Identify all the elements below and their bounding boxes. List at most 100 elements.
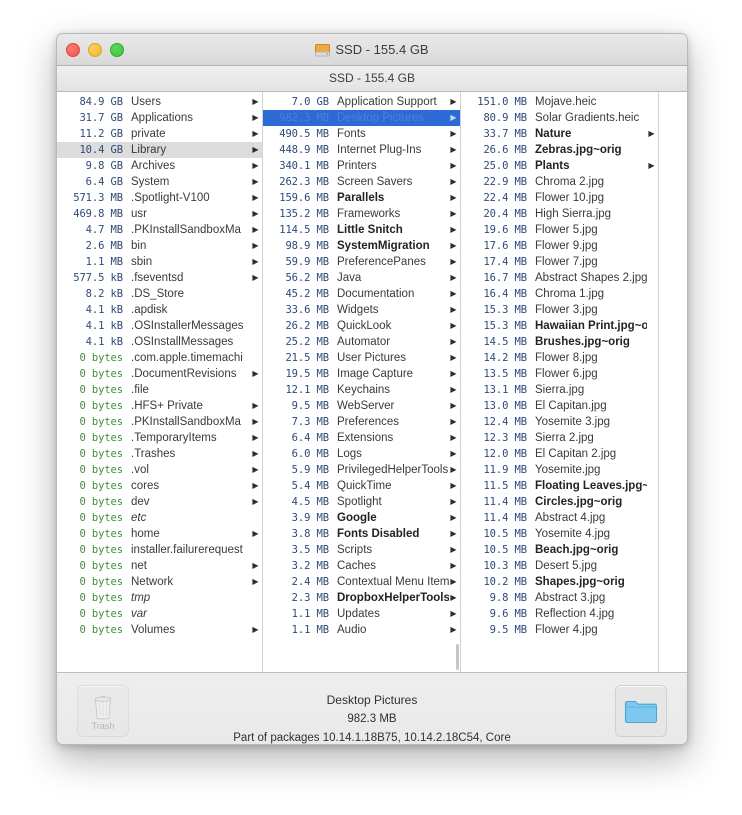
disclosure-arrow-icon[interactable]: ▶ <box>251 526 260 542</box>
file-row[interactable]: 6.0 MB Logs ▶ <box>263 446 460 462</box>
disclosure-arrow-icon[interactable]: ▶ <box>449 238 458 254</box>
disclosure-arrow-icon[interactable]: ▶ <box>251 622 260 638</box>
disclosure-arrow-icon[interactable]: ▶ <box>449 350 458 366</box>
disclosure-arrow-icon[interactable]: ▶ <box>449 190 458 206</box>
disclosure-arrow-icon[interactable]: ▶ <box>251 174 260 190</box>
file-row[interactable]: 448.9 MB Internet Plug-Ins ▶ <box>263 142 460 158</box>
file-row[interactable]: 13.0 MBEl Capitan.jpg▶ <box>461 398 658 414</box>
file-row[interactable]: 25.2 MB Automator ▶ <box>263 334 460 350</box>
disclosure-arrow-icon[interactable]: ▶ <box>647 126 656 142</box>
disclosure-arrow-icon[interactable]: ▶ <box>251 430 260 446</box>
file-row[interactable]: 3.9 MB Google ▶ <box>263 510 460 526</box>
file-row[interactable]: 13.5 MBFlower 6.jpg▶ <box>461 366 658 382</box>
file-row[interactable]: 14.5 MBBrushes.jpg~orig▶ <box>461 334 658 350</box>
file-row[interactable]: 14.2 MBFlower 8.jpg▶ <box>461 350 658 366</box>
file-row[interactable]: 11.4 MBCircles.jpg~orig▶ <box>461 494 658 510</box>
file-row[interactable]: 15.3 MBFlower 3.jpg▶ <box>461 302 658 318</box>
disclosure-arrow-icon[interactable]: ▶ <box>449 590 458 606</box>
file-row[interactable]: 0 bytes home ▶ <box>57 526 262 542</box>
file-row[interactable]: 19.6 MBFlower 5.jpg▶ <box>461 222 658 238</box>
column-2-scrollbar[interactable] <box>456 644 459 670</box>
file-row[interactable]: 11.5 MBFloating Leaves.jpg~o▶ <box>461 478 658 494</box>
disclosure-arrow-icon[interactable]: ▶ <box>251 494 260 510</box>
file-row[interactable]: 22.9 MBChroma 2.jpg▶ <box>461 174 658 190</box>
file-row[interactable]: 31.7 GB Applications ▶ <box>57 110 262 126</box>
file-row[interactable]: 6.4 MB Extensions ▶ <box>263 430 460 446</box>
disclosure-arrow-icon[interactable]: ▶ <box>449 526 458 542</box>
disclosure-arrow-icon[interactable]: ▶ <box>449 446 458 462</box>
disclosure-arrow-icon[interactable]: ▶ <box>251 94 260 110</box>
disclosure-arrow-icon[interactable]: ▶ <box>449 414 458 430</box>
disclosure-arrow-icon[interactable]: ▶ <box>251 558 260 574</box>
file-row[interactable]: 22.4 MBFlower 10.jpg▶ <box>461 190 658 206</box>
file-row[interactable]: 9.8 MBAbstract 3.jpg▶ <box>461 590 658 606</box>
file-row[interactable]: 10.5 MBYosemite 4.jpg▶ <box>461 526 658 542</box>
file-row[interactable]: 0 bytes .PKInstallSandboxMa ▶ <box>57 414 262 430</box>
file-row[interactable]: 0 bytes Volumes ▶ <box>57 622 262 638</box>
disclosure-arrow-icon[interactable]: ▶ <box>449 542 458 558</box>
file-row[interactable]: 13.1 MBSierra.jpg▶ <box>461 382 658 398</box>
file-row[interactable]: 4.5 MB Spotlight ▶ <box>263 494 460 510</box>
file-row[interactable]: 9.8 GB Archives ▶ <box>57 158 262 174</box>
file-row[interactable]: 4.1 kB.apdisk▶ <box>57 302 262 318</box>
disclosure-arrow-icon[interactable]: ▶ <box>251 222 260 238</box>
file-row[interactable]: 12.3 MBSierra 2.jpg▶ <box>461 430 658 446</box>
browser-column-1[interactable]: 84.9 GB Users ▶ 31.7 GB Applications ▶ 11.2 GB… <box>57 92 263 672</box>
disclosure-arrow-icon[interactable]: ▶ <box>449 126 458 142</box>
disclosure-arrow-icon[interactable]: ▶ <box>449 622 458 638</box>
file-row[interactable]: 21.5 MB User Pictures ▶ <box>263 350 460 366</box>
disclosure-arrow-icon[interactable]: ▶ <box>647 158 656 174</box>
disclosure-arrow-icon[interactable]: ▶ <box>251 190 260 206</box>
file-row[interactable]: 7.0 GB Application Support ▶ <box>263 94 460 110</box>
disclosure-arrow-icon[interactable]: ▶ <box>251 478 260 494</box>
file-row[interactable]: 15.3 MBHawaiian Print.jpg~ori▶ <box>461 318 658 334</box>
disclosure-arrow-icon[interactable]: ▶ <box>449 174 458 190</box>
file-row[interactable]: 9.6 MBReflection 4.jpg▶ <box>461 606 658 622</box>
file-row[interactable]: 135.2 MB Frameworks ▶ <box>263 206 460 222</box>
file-row[interactable]: 0 bytesetc▶ <box>57 510 262 526</box>
disclosure-arrow-icon[interactable]: ▶ <box>251 254 260 270</box>
move-to-trash-button[interactable]: Trash <box>77 685 129 737</box>
disclosure-arrow-icon[interactable]: ▶ <box>251 270 260 286</box>
disclosure-arrow-icon[interactable]: ▶ <box>449 462 458 478</box>
file-row[interactable]: 26.2 MB QuickLook ▶ <box>263 318 460 334</box>
file-row[interactable]: 5.9 MB PrivilegedHelperTools ▶ <box>263 462 460 478</box>
disclosure-arrow-icon[interactable]: ▶ <box>449 270 458 286</box>
file-row[interactable]: 98.9 MB SystemMigration ▶ <box>263 238 460 254</box>
file-row[interactable]: 26.6 MBZebras.jpg~orig▶ <box>461 142 658 158</box>
file-row[interactable]: 0 bytes .HFS+ Private ▶ <box>57 398 262 414</box>
disclosure-arrow-icon[interactable]: ▶ <box>251 446 260 462</box>
browser-column-2[interactable]: 7.0 GB Application Support ▶ 982.3 MB Deskto… <box>263 92 461 672</box>
disclosure-arrow-icon[interactable]: ▶ <box>251 206 260 222</box>
disclosure-arrow-icon[interactable]: ▶ <box>449 158 458 174</box>
file-row[interactable]: 4.1 kB.OSInstallMessages▶ <box>57 334 262 350</box>
disclosure-arrow-icon[interactable]: ▶ <box>251 110 260 126</box>
file-row[interactable]: 8.2 kB.DS_Store▶ <box>57 286 262 302</box>
disclosure-arrow-icon[interactable]: ▶ <box>449 494 458 510</box>
file-row[interactable]: 0 bytes .vol ▶ <box>57 462 262 478</box>
file-row[interactable]: 12.0 MBEl Capitan 2.jpg▶ <box>461 446 658 462</box>
disclosure-arrow-icon[interactable]: ▶ <box>449 574 458 590</box>
disclosure-arrow-icon[interactable]: ▶ <box>449 398 458 414</box>
disclosure-arrow-icon[interactable]: ▶ <box>449 94 458 110</box>
file-row[interactable]: 262.3 MB Screen Savers ▶ <box>263 174 460 190</box>
file-row[interactable]: 9.5 MB WebServer ▶ <box>263 398 460 414</box>
disclosure-arrow-icon[interactable]: ▶ <box>449 606 458 622</box>
disclosure-arrow-icon[interactable]: ▶ <box>251 414 260 430</box>
file-row[interactable]: 3.2 MB Caches ▶ <box>263 558 460 574</box>
file-row[interactable]: 1.1 MB sbin ▶ <box>57 254 262 270</box>
file-row[interactable]: 1.1 MB Updates ▶ <box>263 606 460 622</box>
file-row[interactable]: 0 bytes .Trashes ▶ <box>57 446 262 462</box>
file-row[interactable]: 114.5 MB Little Snitch ▶ <box>263 222 460 238</box>
file-row[interactable]: 59.9 MB PreferencePanes ▶ <box>263 254 460 270</box>
file-row[interactable]: 0 bytes .DocumentRevisions ▶ <box>57 366 262 382</box>
file-row[interactable]: 0 bytes .TemporaryItems ▶ <box>57 430 262 446</box>
disclosure-arrow-icon[interactable]: ▶ <box>449 510 458 526</box>
disclosure-arrow-icon[interactable]: ▶ <box>251 398 260 414</box>
disclosure-arrow-icon[interactable]: ▶ <box>449 142 458 158</box>
file-row[interactable]: 469.8 MB usr ▶ <box>57 206 262 222</box>
disclosure-arrow-icon[interactable]: ▶ <box>449 366 458 382</box>
file-row[interactable]: 11.2 GB private ▶ <box>57 126 262 142</box>
file-row[interactable]: 7.3 MB Preferences ▶ <box>263 414 460 430</box>
disclosure-arrow-icon[interactable]: ▶ <box>251 158 260 174</box>
